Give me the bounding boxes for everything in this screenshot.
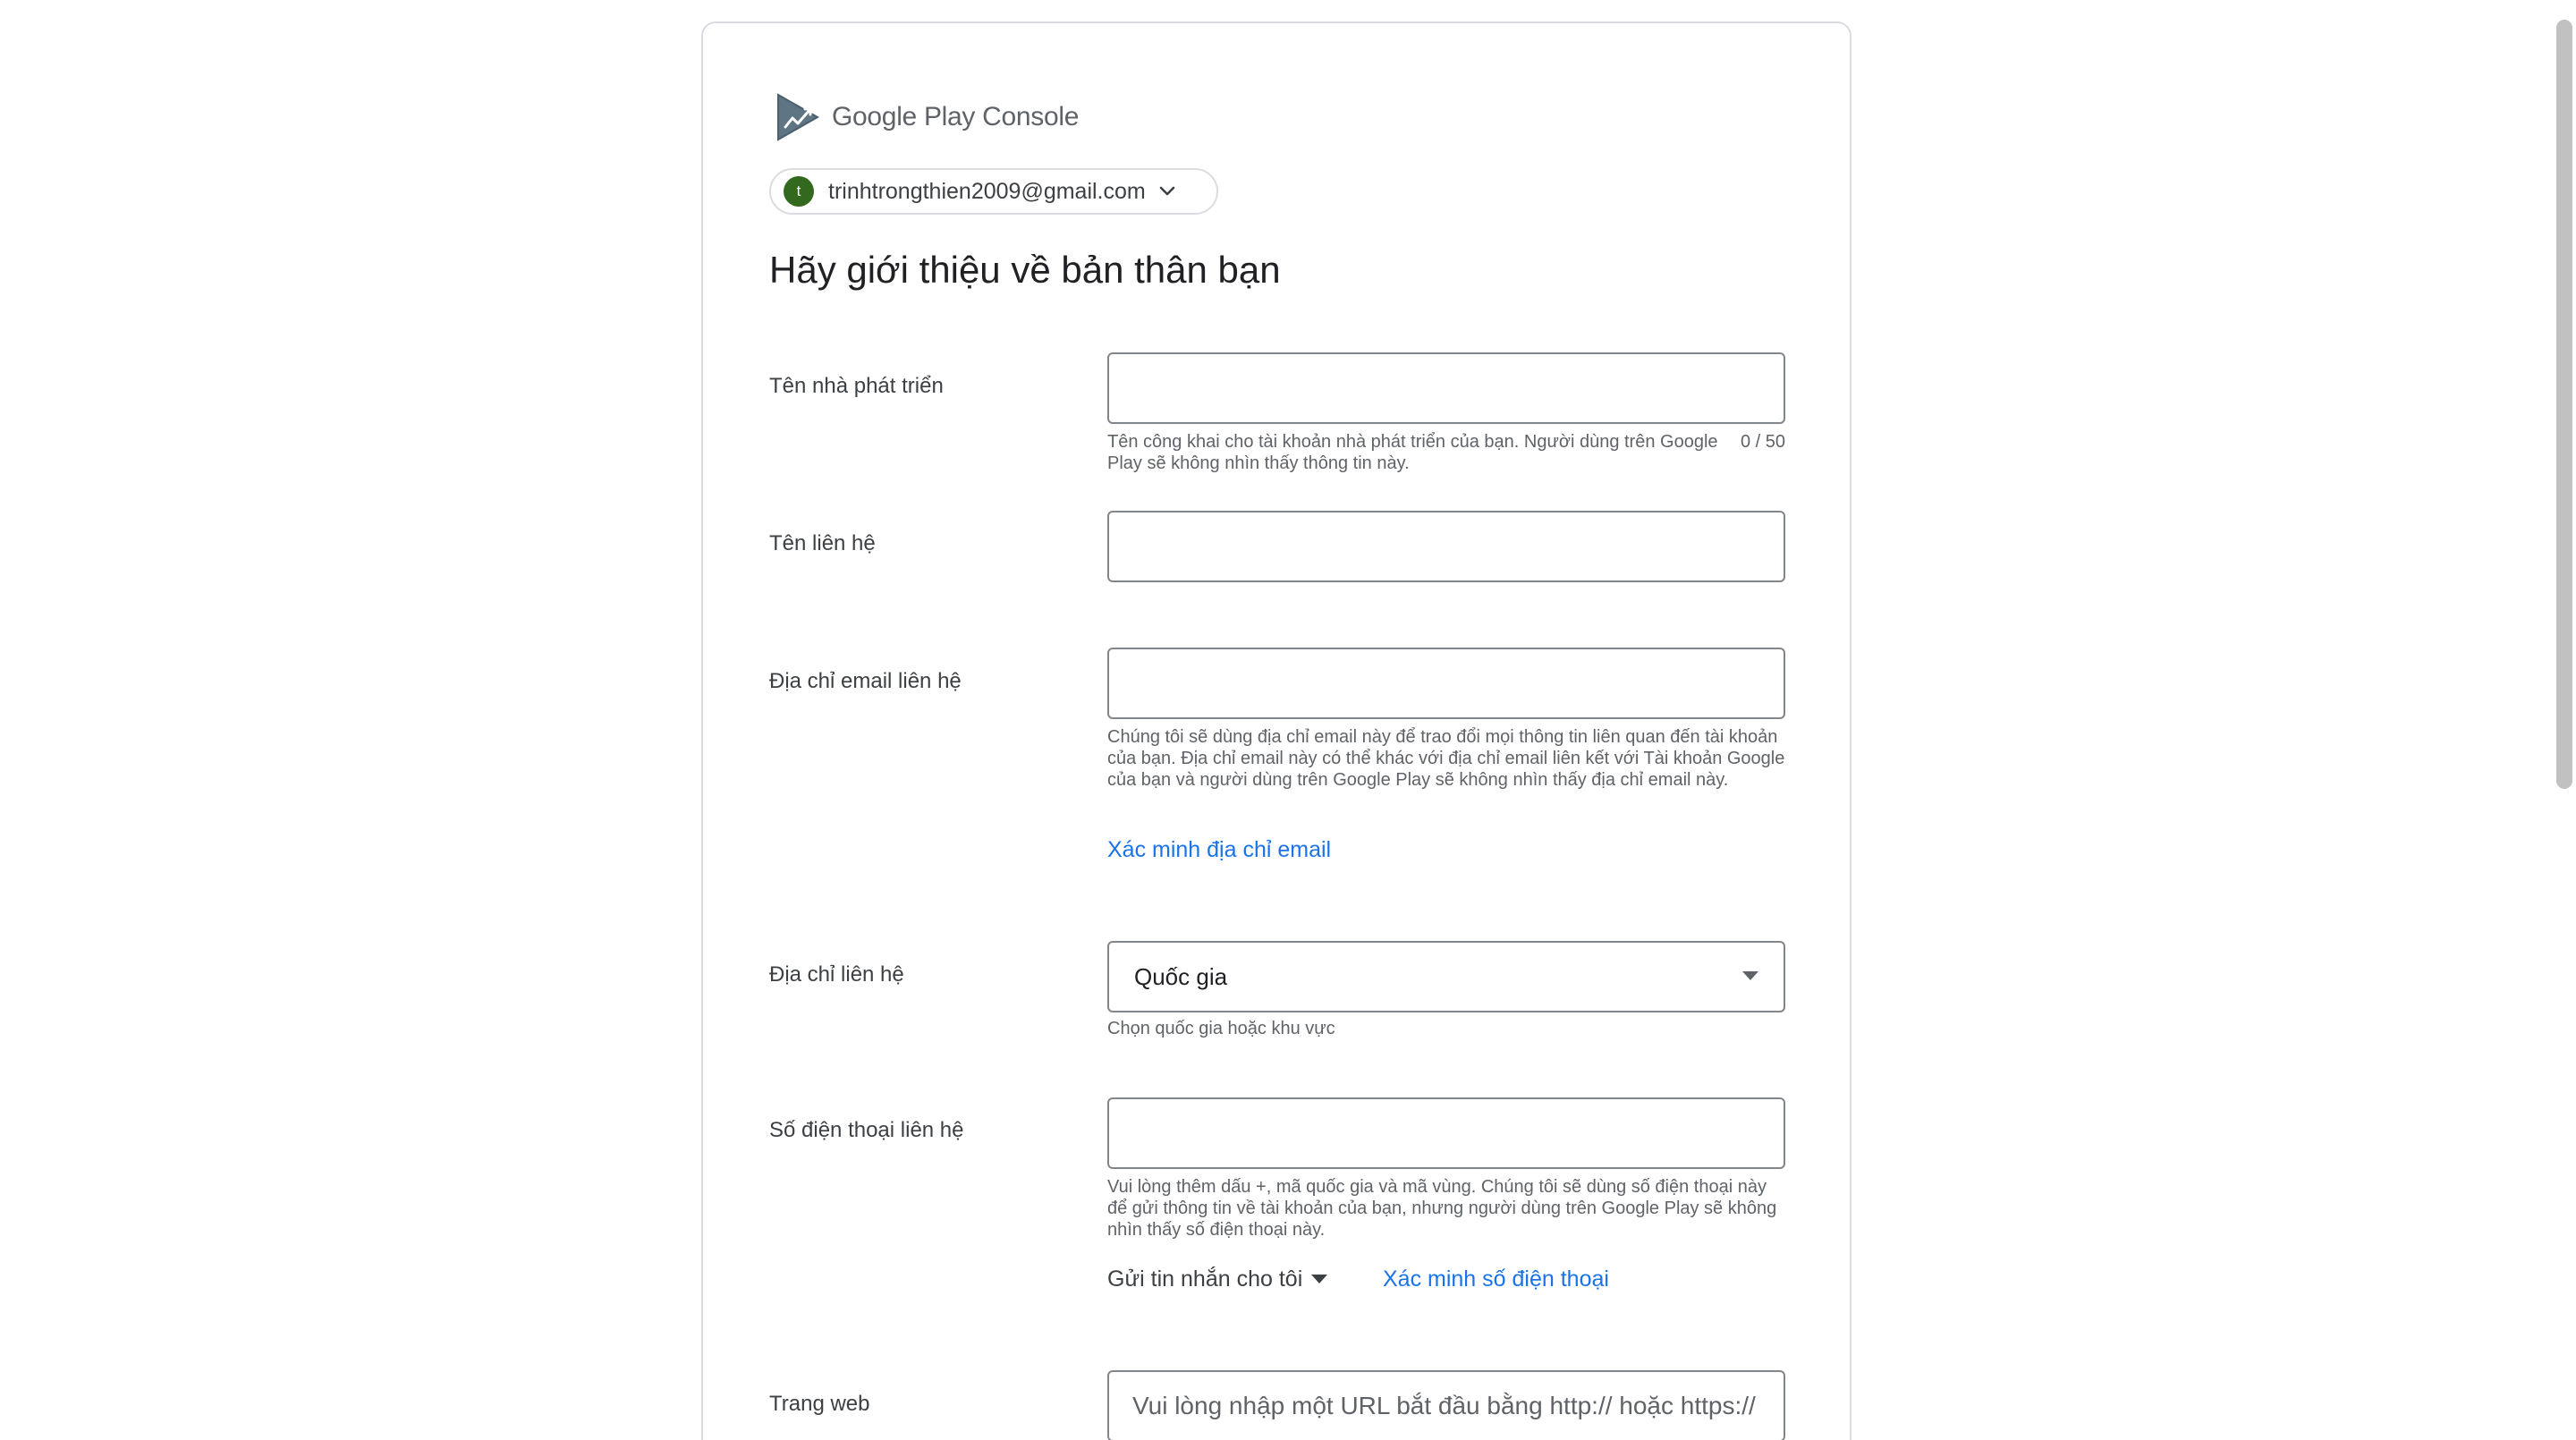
dropdown-arrow-icon bbox=[1302, 1272, 1328, 1288]
send-method-label: Gửi tin nhắn cho tôi bbox=[1107, 1266, 1303, 1292]
contact-name-input[interactable] bbox=[1107, 511, 1785, 582]
verify-phone-link[interactable]: Xác minh số điện thoại bbox=[1383, 1266, 1609, 1292]
logo-text: Google Play Console bbox=[832, 102, 1079, 132]
play-console-icon bbox=[776, 93, 819, 141]
contact-address-label: Địa chỉ liên hệ bbox=[769, 962, 904, 987]
country-select[interactable]: Quốc gia bbox=[1107, 941, 1785, 1012]
contact-phone-label: Số điện thoại liên hệ bbox=[769, 1118, 964, 1142]
send-method-dropdown[interactable]: Gửi tin nhắn cho tôi bbox=[1107, 1266, 1328, 1292]
account-email: trinhtrongthien2009@gmail.com bbox=[828, 178, 1146, 204]
contact-phone-input[interactable] bbox=[1107, 1097, 1785, 1169]
dropdown-arrow-icon bbox=[1742, 969, 1758, 985]
play-console-logo: Google Play Console bbox=[776, 93, 1079, 141]
logo-brand: Google Play bbox=[832, 102, 976, 131]
developer-name-label: Tên nhà phát triển bbox=[769, 374, 944, 398]
contact-email-input[interactable] bbox=[1107, 648, 1785, 719]
developer-name-helper-text: Tên công khai cho tài khoản nhà phát tri… bbox=[1107, 432, 1718, 473]
website-input[interactable] bbox=[1107, 1370, 1785, 1440]
scrollbar-thumb[interactable] bbox=[2556, 20, 2572, 789]
contact-phone-helper: Vui lòng thêm dấu +, mã quốc gia và mã v… bbox=[1107, 1177, 1777, 1240]
logo-product: Console bbox=[982, 102, 1080, 131]
developer-name-input[interactable] bbox=[1107, 352, 1785, 424]
page-title: Hãy giới thiệu về bản thân bạn bbox=[769, 249, 1281, 291]
character-counter: 0 / 50 bbox=[1740, 432, 1785, 452]
country-select-value: Quốc gia bbox=[1134, 962, 1228, 990]
chevron-down-icon bbox=[1158, 185, 1176, 198]
verify-email-link[interactable]: Xác minh địa chỉ email bbox=[1107, 837, 1331, 863]
avatar: t bbox=[784, 176, 814, 207]
contact-email-helper: Chúng tôi sẽ dùng địa chỉ email này để t… bbox=[1107, 727, 1785, 790]
country-helper: Chọn quốc gia hoặc khu vực bbox=[1107, 1019, 1335, 1038]
website-label: Trang web bbox=[769, 1392, 870, 1416]
page: Google Play Console t trinhtrongthien2009… bbox=[0, 0, 2576, 1440]
contact-email-label: Địa chỉ email liên hệ bbox=[769, 669, 962, 693]
developer-name-helper: Tên công khai cho tài khoản nhà phát tri… bbox=[1107, 431, 1785, 474]
account-switcher[interactable]: t trinhtrongthien2009@gmail.com bbox=[769, 168, 1218, 215]
contact-name-label: Tên liên hệ bbox=[769, 531, 876, 555]
